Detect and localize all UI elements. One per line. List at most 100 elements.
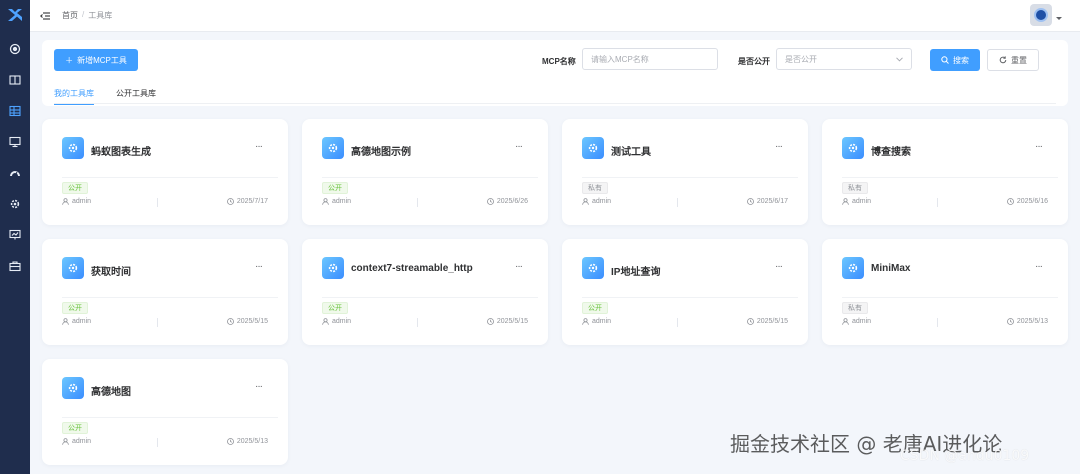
search-button[interactable]: 搜索 bbox=[930, 49, 980, 71]
mcp-name-input[interactable] bbox=[582, 48, 718, 70]
tool-card[interactable]: 测试工具 ··· 私有 admin 2025/6/17 bbox=[562, 119, 808, 225]
card-date-text: 2025/7/17 bbox=[236, 198, 268, 205]
card-date-text: 2025/5/15 bbox=[496, 318, 528, 325]
card-date-text: 2025/6/17 bbox=[756, 198, 788, 205]
menu-collapse-icon[interactable] bbox=[40, 11, 50, 21]
tool-card[interactable]: 蚂蚁图表生成 ··· 公开 admin 2025/7/17 bbox=[42, 119, 288, 225]
clock-icon bbox=[226, 318, 234, 325]
more-options-icon[interactable]: ··· bbox=[775, 261, 783, 272]
top-header: 首页 / 工具库 bbox=[30, 0, 1080, 32]
tool-gear-icon bbox=[582, 137, 604, 159]
nav-screen[interactable] bbox=[0, 220, 30, 250]
tool-card[interactable]: 博查搜索 ··· 私有 admin 2025/6/16 bbox=[822, 119, 1068, 225]
breadcrumb-separator: / bbox=[82, 10, 85, 19]
tool-gear-icon bbox=[842, 257, 864, 279]
more-options-icon[interactable]: ··· bbox=[1035, 261, 1043, 272]
nav-settings[interactable] bbox=[0, 189, 30, 219]
avatar[interactable] bbox=[1030, 4, 1052, 26]
clock-icon bbox=[746, 198, 754, 205]
nav-dashboard[interactable] bbox=[0, 34, 30, 64]
tool-gear-icon bbox=[62, 137, 84, 159]
visibility-badge: 私有 bbox=[582, 182, 608, 194]
breadcrumb: 首页 / 工具库 bbox=[62, 10, 112, 21]
card-owner: admin bbox=[62, 198, 91, 205]
card-date: 2025/5/15 bbox=[226, 318, 268, 325]
more-options-icon[interactable]: ··· bbox=[515, 141, 523, 152]
search-button-label: 搜索 bbox=[953, 55, 969, 65]
more-options-icon[interactable]: ··· bbox=[255, 381, 263, 392]
tabs-divider bbox=[54, 103, 1056, 104]
tool-card[interactable]: context7-streamable_http ··· 公开 admin 2025/5… bbox=[302, 239, 548, 345]
clock-icon bbox=[486, 318, 494, 325]
card-owner: admin bbox=[582, 198, 611, 205]
visibility-badge: 公开 bbox=[582, 302, 608, 314]
card-owner: admin bbox=[322, 318, 351, 325]
card-owner: admin bbox=[62, 318, 91, 325]
user-icon bbox=[582, 198, 589, 205]
card-meta-separator bbox=[417, 318, 418, 327]
refresh-icon bbox=[999, 56, 1007, 64]
nav-monitor[interactable] bbox=[0, 127, 30, 157]
clock-icon bbox=[226, 438, 234, 445]
user-icon bbox=[62, 438, 69, 445]
more-options-icon[interactable]: ··· bbox=[515, 261, 523, 272]
nav-gauge[interactable] bbox=[0, 158, 30, 188]
tool-card-title: 测试工具 bbox=[611, 147, 651, 158]
reset-button[interactable]: 重置 bbox=[987, 49, 1039, 71]
card-divider bbox=[582, 177, 798, 178]
public-select[interactable]: 是否公开 bbox=[776, 48, 912, 70]
more-options-icon[interactable]: ··· bbox=[255, 261, 263, 272]
card-owner: admin bbox=[582, 318, 611, 325]
caret-down-icon[interactable] bbox=[1056, 17, 1062, 20]
breadcrumb-home[interactable]: 首页 bbox=[62, 10, 78, 21]
clock-icon bbox=[1006, 198, 1014, 205]
tool-card-title: 高德地图示例 bbox=[351, 147, 411, 158]
tool-card-title: 获取时间 bbox=[91, 267, 131, 278]
dashboard-icon bbox=[9, 43, 21, 55]
card-owner-name: admin bbox=[72, 438, 92, 445]
add-mcp-tool-label: 新增MCP工具 bbox=[77, 55, 127, 65]
card-date: 2025/6/17 bbox=[746, 198, 788, 205]
tool-card[interactable]: IP地址查询 ··· 公开 admin 2025/5/15 bbox=[562, 239, 808, 345]
card-date-text: 2025/6/26 bbox=[496, 198, 528, 205]
card-divider bbox=[842, 297, 1058, 298]
visibility-badge: 私有 bbox=[842, 302, 868, 314]
more-options-icon[interactable]: ··· bbox=[1035, 141, 1043, 152]
card-divider bbox=[322, 177, 538, 178]
clock-icon bbox=[746, 318, 754, 325]
tool-card-title: IP地址查询 bbox=[611, 267, 661, 278]
card-owner: admin bbox=[62, 438, 91, 445]
clock-icon bbox=[1006, 318, 1014, 325]
watermark-csdn: CSDN @andu0109 bbox=[900, 448, 1030, 464]
sidebar bbox=[0, 0, 30, 474]
tool-card[interactable]: MiniMax ··· 私有 admin 2025/5/13 bbox=[822, 239, 1068, 345]
card-date-text: 2025/5/13 bbox=[1016, 318, 1048, 325]
user-icon bbox=[842, 318, 849, 325]
tool-card-title: 蚂蚁图表生成 bbox=[91, 147, 151, 158]
nav-book[interactable] bbox=[0, 65, 30, 95]
tool-card[interactable]: 高德地图 ··· 公开 admin 2025/5/13 bbox=[42, 359, 288, 465]
card-divider bbox=[582, 297, 798, 298]
tool-card[interactable]: 高德地图示例 ··· 公开 admin 2025/6/26 bbox=[302, 119, 548, 225]
nav-toolbox[interactable] bbox=[0, 251, 30, 281]
card-date: 2025/7/17 bbox=[226, 198, 268, 205]
more-options-icon[interactable]: ··· bbox=[775, 141, 783, 152]
tool-card-title: MiniMax bbox=[871, 263, 911, 274]
app-logo-icon[interactable] bbox=[7, 8, 23, 22]
mcp-name-label: MCP名称 bbox=[542, 57, 576, 66]
add-mcp-tool-button[interactable]: ＋ 新增MCP工具 bbox=[54, 49, 138, 71]
visibility-badge: 公开 bbox=[322, 182, 348, 194]
card-meta-separator bbox=[417, 198, 418, 207]
breadcrumb-current: 工具库 bbox=[88, 11, 113, 20]
more-options-icon[interactable]: ··· bbox=[255, 141, 263, 152]
card-owner: admin bbox=[322, 198, 351, 205]
tool-card[interactable]: 获取时间 ··· 公开 admin 2025/5/15 bbox=[42, 239, 288, 345]
card-owner: admin bbox=[842, 318, 871, 325]
search-icon bbox=[941, 56, 949, 64]
visibility-badge: 公开 bbox=[322, 302, 348, 314]
tool-card-title: 博查搜索 bbox=[871, 147, 911, 158]
card-date: 2025/5/15 bbox=[486, 318, 528, 325]
clock-icon bbox=[486, 198, 494, 205]
user-icon bbox=[62, 318, 69, 325]
nav-tools[interactable] bbox=[0, 96, 30, 126]
